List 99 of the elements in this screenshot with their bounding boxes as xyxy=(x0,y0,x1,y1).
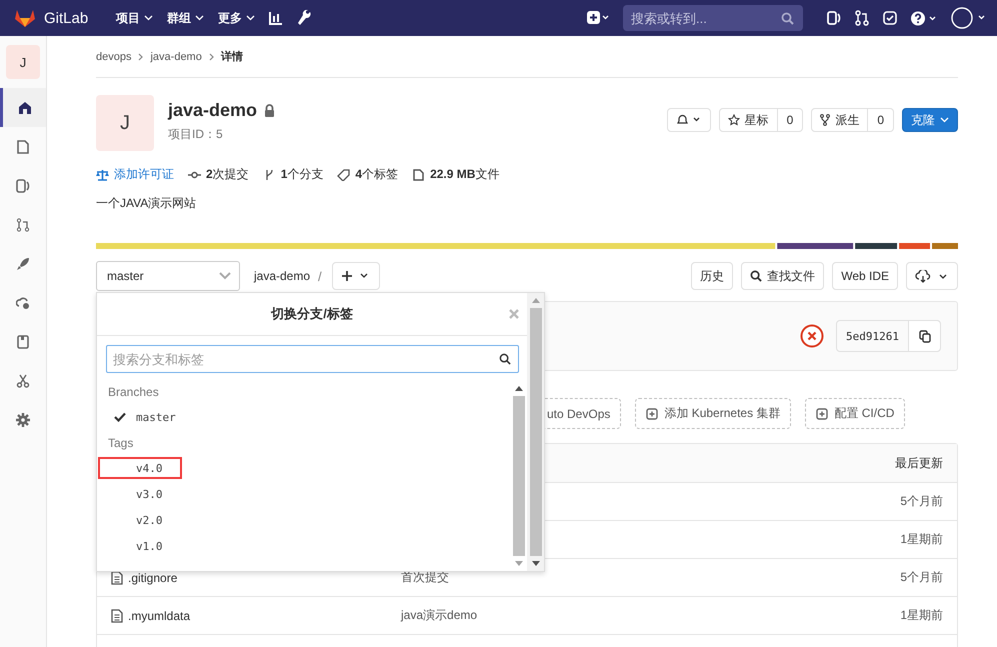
dropdown-item[interactable]: master xyxy=(98,406,182,428)
brand-name[interactable]: GitLab xyxy=(44,10,88,26)
last-update-cell: 1星期前 xyxy=(900,532,943,546)
nav-menu[interactable]: 群组 xyxy=(167,10,204,26)
tag-icon xyxy=(337,168,350,180)
plus-square-icon xyxy=(646,408,658,420)
pipeline-failed-icon[interactable] xyxy=(800,324,824,348)
wrench-icon[interactable] xyxy=(297,10,312,26)
search-field[interactable]: 搜索分支和标签 xyxy=(106,345,519,373)
breadcrumb-link[interactable]: java-demo xyxy=(150,50,202,62)
search-icon xyxy=(781,12,794,25)
chevron-down-icon xyxy=(144,15,154,21)
merge-request-icon[interactable] xyxy=(855,10,869,26)
path-separator: / xyxy=(318,268,322,284)
scroll-down-arrow-icon[interactable] xyxy=(532,561,540,566)
column-header: 最后更新 xyxy=(895,454,943,472)
section-heading: Branches xyxy=(108,385,159,399)
lock-icon xyxy=(264,104,276,117)
home-icon xyxy=(18,100,32,114)
chevron-right-icon xyxy=(138,52,144,60)
project-name: java-demo xyxy=(168,100,258,121)
cloud-download-icon xyxy=(915,270,949,282)
breadcrumb-link[interactable]: devops xyxy=(96,50,132,62)
repo-path-link[interactable]: java-demo xyxy=(254,269,310,283)
chevron-down-icon xyxy=(219,272,231,280)
quick-action-button[interactable]: 配置 CI/CD xyxy=(805,398,906,429)
quick-action-button[interactable]: 添加 Kubernetes 集群 xyxy=(635,398,792,429)
avatar-icon[interactable] xyxy=(951,6,987,30)
star-icon xyxy=(728,114,740,126)
bell-icon xyxy=(676,114,702,126)
toolbar-button[interactable]: 历史 xyxy=(691,262,734,290)
search-icon xyxy=(750,270,762,282)
chevron-down-icon xyxy=(195,15,204,21)
plus-square-icon xyxy=(816,408,828,420)
commit-message-link[interactable]: java演示demo xyxy=(401,608,478,622)
scroll-up-arrow-icon[interactable] xyxy=(515,386,523,391)
toolbar-button[interactable]: 查找文件 xyxy=(741,262,824,290)
file-name-link[interactable]: .myumldata xyxy=(128,608,190,622)
fork-button[interactable]: 派生 xyxy=(811,108,868,132)
dropdown-item[interactable]: v4.0 xyxy=(98,457,182,479)
book-icon xyxy=(16,334,30,348)
file-icon xyxy=(111,570,123,584)
plus-square-icon[interactable] xyxy=(587,11,609,25)
add-dropdown[interactable] xyxy=(332,262,380,290)
section-heading: Tags xyxy=(108,436,134,450)
last-update-cell: 5个月前 xyxy=(900,494,943,508)
chevron-right-icon xyxy=(208,52,214,60)
fork-icon xyxy=(820,114,830,126)
last-update-cell: 1星期前 xyxy=(900,608,943,622)
document-icon xyxy=(16,140,30,154)
clone-button[interactable]: 克隆 xyxy=(902,108,958,132)
scrollbar[interactable] xyxy=(527,293,544,571)
download-dropdown[interactable] xyxy=(906,262,958,290)
breadcrumb-link[interactable]: 详情 xyxy=(220,49,243,64)
stat-label: 2次提交 xyxy=(206,166,249,183)
check-icon xyxy=(114,412,126,422)
scale-icon xyxy=(96,168,109,180)
merge-request-icon xyxy=(16,218,30,232)
file-icon xyxy=(412,168,426,180)
stat-label: 1个分支 xyxy=(280,166,324,183)
copy-icon xyxy=(918,330,930,342)
issues-icon xyxy=(16,178,30,192)
star-count[interactable]: 0 xyxy=(778,108,804,132)
chevron-down-icon xyxy=(246,15,256,21)
copy-button[interactable] xyxy=(908,321,940,351)
sidebar-item[interactable] xyxy=(0,88,46,127)
fork-count[interactable]: 0 xyxy=(868,108,894,132)
nav-menu[interactable]: 项目 xyxy=(116,10,154,26)
todo-check-icon[interactable] xyxy=(883,11,897,25)
toolbar-button[interactable]: Web IDE xyxy=(832,262,898,290)
dropdown-item[interactable]: v1.0 xyxy=(98,535,182,557)
file-name-link[interactable]: .gitignore xyxy=(128,570,178,584)
scissors-icon xyxy=(16,374,30,388)
settings-icon xyxy=(16,412,30,426)
nav-menu[interactable]: 更多 xyxy=(218,10,256,26)
project-avatar[interactable]: J xyxy=(6,45,40,79)
issues-icon[interactable] xyxy=(827,11,841,25)
chevron-down-icon xyxy=(940,117,949,123)
search-field[interactable]: 搜索或转到... xyxy=(623,5,803,31)
project-avatar: J xyxy=(96,95,154,151)
chart-icon[interactable] xyxy=(269,11,284,25)
search-icon xyxy=(499,353,511,365)
dropdown-title: 切换分支/标签 xyxy=(271,305,353,323)
help-icon[interactable] xyxy=(911,10,937,26)
file-icon xyxy=(111,608,123,622)
cloud-gear-icon xyxy=(16,296,30,310)
last-update-cell: 5个月前 xyxy=(900,570,943,584)
notification-dropdown[interactable] xyxy=(666,108,711,132)
project-id: 项目ID：5 xyxy=(168,126,224,143)
stat-label: 22.9 MB文件 xyxy=(430,166,500,183)
star-button[interactable]: 星标 xyxy=(718,108,778,132)
license-link[interactable]: 添加许可证 xyxy=(114,166,174,183)
fox-logo-icon[interactable] xyxy=(14,8,36,28)
commit-message-link[interactable]: 首次提交 xyxy=(401,570,449,584)
project-description: 一个JAVA演示网站 xyxy=(96,195,198,212)
stat-label: 4个标签 xyxy=(355,166,398,183)
dropdown-item[interactable]: v3.0 xyxy=(98,483,182,505)
branch-dropdown[interactable]: master xyxy=(96,261,240,291)
dropdown-item[interactable]: v2.0 xyxy=(98,509,182,531)
